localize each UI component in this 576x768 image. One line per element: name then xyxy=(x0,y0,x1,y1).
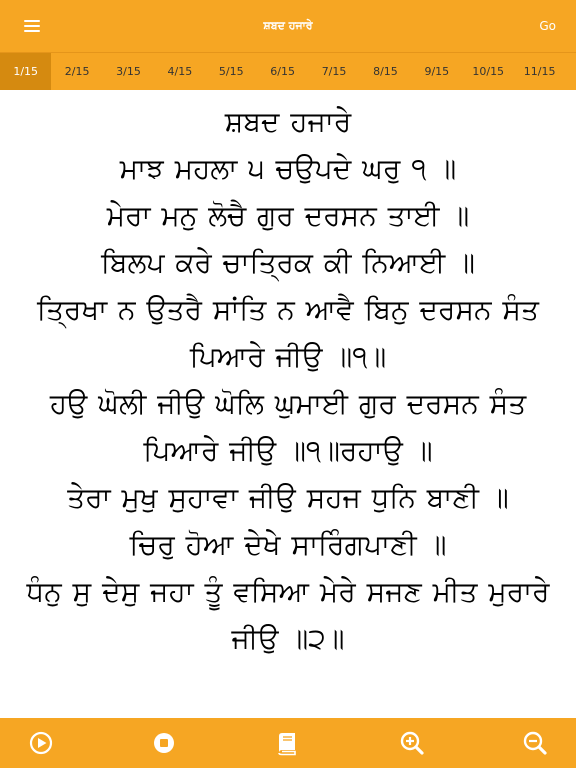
verse-line: ਤ੍ਰਿਖਾ ਨ ਉਤਰੈ ਸਾਂਤਿ ਨ ਆਵੈ ਬਿਨੁ ਦਰਸਨ ਸੰਤ xyxy=(37,293,539,326)
book-button[interactable] xyxy=(271,726,305,760)
page-title: ਸ਼ਬਦ ਹਜਾਰੇ xyxy=(263,19,313,32)
page-tab-9[interactable]: 9/15 xyxy=(411,53,462,91)
zoom-in-button[interactable] xyxy=(395,726,429,760)
zoom-in-icon xyxy=(400,731,424,755)
verse-block: ਸ਼ਬਦ ਹਜਾਰੇ ਮਾਝ ਮਹਲਾ ੫ ਚਉਪਦੇ ਘਰੁ ੧ ॥ ਮੇਰਾ… xyxy=(0,90,576,662)
verse-line: ਧੰਨੁ ਸੁ ਦੇਸੁ ਜਹਾ ਤੂੰ ਵਸਿਆ ਮੇਰੇ ਸਜਣ ਮੀਤ ਮ… xyxy=(26,575,550,608)
page-tab-6[interactable]: 6/15 xyxy=(257,53,308,91)
verse-line: ਪਿਆਰੇ ਜੀਉ ॥੧॥ xyxy=(189,340,387,373)
go-button[interactable]: Go xyxy=(539,0,556,52)
verse-line: ਬਿਲਪ ਕਰੇ ਚਾਤ੍ਰਿਕ ਕੀ ਨਿਆਈ ॥ xyxy=(100,246,476,279)
page-tab-7[interactable]: 7/15 xyxy=(308,53,359,91)
page-selector-bar: 1/15 2/15 3/15 4/15 5/15 6/15 7/15 8/15 9/15 10/1… xyxy=(0,52,576,91)
verse-line: ਜੀਉ ॥੨॥ xyxy=(231,622,345,655)
verse-line: ਮਾਝ ਮਹਲਾ ੫ ਚਉਪਦੇ ਘਰੁ ੧ ॥ xyxy=(119,152,457,185)
page-tab-11[interactable]: 11/15 xyxy=(514,53,565,91)
shabad-text-area[interactable]: ਸ਼ਬਦ ਹਜਾਰੇ ਮਾਝ ਮਹਲਾ ੫ ਚਉਪਦੇ ਘਰੁ ੧ ॥ ਮੇਰਾ… xyxy=(0,90,576,718)
verse-line: ਮੇਰਾ ਮਨੁ ਲੋਚੈ ਗੁਰ ਦਰਸਨ ਤਾਈ ॥ xyxy=(106,199,470,232)
bottom-toolbar xyxy=(0,718,576,768)
verse-line: ਚਿਰੁ ਹੋਆ ਦੇਖੇ ਸਾਰਿੰਗਪਾਣੀ ॥ xyxy=(129,528,447,561)
hamburger-menu-icon[interactable] xyxy=(24,20,40,32)
zoom-out-button[interactable] xyxy=(518,726,552,760)
page-tab-1[interactable]: 1/15 xyxy=(0,53,52,91)
page-tab-2[interactable]: 2/15 xyxy=(51,53,102,91)
play-button[interactable] xyxy=(24,726,58,760)
page-tab-3[interactable]: 3/15 xyxy=(103,53,154,91)
page-tab-5[interactable]: 5/15 xyxy=(206,53,257,91)
stop-icon xyxy=(154,733,174,753)
page-tab-4[interactable]: 4/15 xyxy=(154,53,205,91)
page-tab-8[interactable]: 8/15 xyxy=(360,53,411,91)
verse-line: ਪਿਆਰੇ ਜੀਉ ॥੧॥ਰਹਾਉ ॥ xyxy=(143,434,433,467)
verse-line: ਸ਼ਬਦ ਹਜਾਰੇ xyxy=(224,105,352,138)
stop-button[interactable] xyxy=(147,726,181,760)
verse-line: ਹਉ ਘੋਲੀ ਜੀਉ ਘੋਲਿ ਘੁਮਾਈ ਗੁਰ ਦਰਸਨ ਸੰਤ xyxy=(49,387,527,420)
play-icon xyxy=(29,731,53,755)
zoom-out-icon xyxy=(523,731,547,755)
top-app-bar: ਸ਼ਬਦ ਹਜਾਰੇ Go xyxy=(0,0,576,52)
verse-line: ਤੇਰਾ ਮੁਖੁ ਸੁਹਾਵਾ ਜੀਉ ਸਹਜ ਧੁਨਿ ਬਾਣੀ ॥ xyxy=(67,481,509,514)
page-tab-10[interactable]: 10/15 xyxy=(463,53,514,91)
book-icon xyxy=(278,733,296,756)
